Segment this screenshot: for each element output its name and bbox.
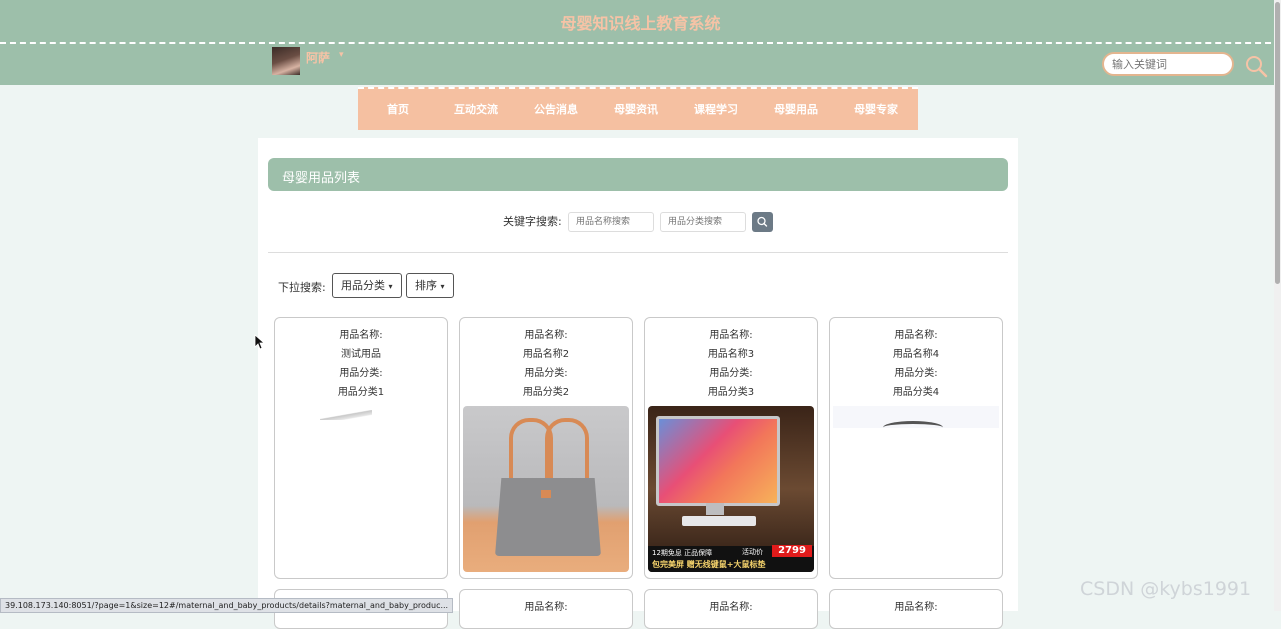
product-category: 用品分类4	[892, 387, 940, 398]
search-icon[interactable]	[1244, 54, 1268, 78]
nav-announcements[interactable]: 公告消息	[516, 101, 596, 117]
search-icon	[757, 216, 768, 227]
image-fragment	[883, 421, 943, 434]
nav-interaction[interactable]: 互动交流	[436, 101, 516, 117]
global-search-input[interactable]	[1102, 52, 1234, 76]
scrollbar-thumb[interactable]	[1275, 2, 1280, 284]
product-category-label: 用品分类:	[524, 368, 568, 379]
keyword-search-button[interactable]	[752, 212, 773, 232]
sort-dropdown-label: 排序	[415, 279, 437, 292]
keyboard	[682, 516, 756, 526]
product-name: 测试用品	[341, 349, 381, 360]
dropdown-search-label: 下拉搜索:	[278, 281, 326, 294]
product-name-label: 用品名称:	[709, 330, 753, 341]
product-card[interactable]: 用品名称:	[459, 589, 633, 629]
watermark: CSDN @kybs1991	[1080, 578, 1252, 600]
product-image[interactable]	[320, 410, 372, 420]
list-title-bar: 母婴用品列表	[268, 158, 1008, 191]
user-menu-caret-icon[interactable]: ▾	[339, 50, 344, 60]
product-image[interactable]	[463, 406, 629, 572]
site-title: 母婴知识线上教育系统	[560, 14, 721, 33]
nav-news[interactable]: 母婴资讯	[596, 101, 676, 117]
product-card[interactable]: 用品名称: 用品名称2 用品分类: 用品分类2	[459, 317, 633, 579]
sort-dropdown-button[interactable]: 排序 ▾	[406, 273, 454, 298]
promo-price-label: 活动价	[742, 548, 763, 556]
product-card[interactable]: 用品名称:	[644, 589, 818, 629]
promo-price: 2799	[772, 545, 812, 557]
chevron-down-icon: ▾	[440, 282, 445, 291]
user-name[interactable]: 阿萨	[306, 49, 330, 66]
product-category-label: 用品分类:	[709, 368, 753, 379]
category-dropdown-button[interactable]: 用品分类 ▾	[332, 273, 402, 298]
product-name-label: 用品名称:	[524, 330, 568, 341]
promo-text: 12期免息 正品保障	[652, 549, 713, 557]
category-dropdown-label: 用品分类	[341, 279, 385, 292]
product-name: 用品名称2	[522, 349, 570, 360]
bag-tag	[541, 490, 551, 498]
product-name-search-input[interactable]	[568, 212, 654, 232]
product-card[interactable]: 用品名称: 用品名称3 用品分类: 用品分类3 12期免息 正品保障 活动价 2…	[644, 317, 818, 579]
site-header: 母婴知识线上教育系统 阿萨 ▾	[0, 0, 1281, 85]
product-image[interactable]	[833, 406, 999, 428]
product-category-search-input[interactable]	[660, 212, 746, 232]
product-image[interactable]: 12期免息 正品保障 活动价 2799 包完美屏 赠无线键鼠+大鼠标垫	[648, 406, 814, 572]
product-category: 用品分类2	[522, 387, 570, 398]
monitor-screen	[656, 416, 780, 506]
product-name-label: 用品名称:	[339, 330, 383, 341]
product-name: 用品名称3	[707, 349, 755, 360]
product-category-label: 用品分类:	[339, 368, 383, 379]
monitor-stand	[706, 503, 724, 515]
main-nav: 首页 互动交流 公告消息 母婴资讯 课程学习 母婴用品 母婴专家	[358, 87, 918, 130]
nav-courses[interactable]: 课程学习	[676, 101, 756, 117]
product-card[interactable]: 用品名称: 测试用品 用品分类: 用品分类1	[274, 317, 448, 579]
chevron-down-icon: ▾	[388, 282, 393, 291]
keyword-search-label: 关键字搜索:	[503, 215, 562, 228]
product-name: 用品名称4	[892, 349, 940, 360]
mouse-cursor-icon	[254, 334, 266, 350]
header-dashed-divider	[0, 42, 1281, 44]
section-divider	[268, 252, 1008, 253]
product-category-label: 用品分类:	[894, 368, 938, 379]
user-avatar[interactable]	[272, 47, 300, 75]
promo-gift-text: 包完美屏 赠无线键鼠+大鼠标垫	[652, 560, 766, 569]
product-category: 用品分类1	[337, 387, 385, 398]
nav-experts[interactable]: 母婴专家	[836, 101, 916, 117]
nav-products[interactable]: 母婴用品	[756, 101, 836, 117]
product-category: 用品分类3	[707, 387, 755, 398]
product-card[interactable]: 用品名称: 用品名称4 用品分类: 用品分类4	[829, 317, 1003, 579]
nav-home[interactable]: 首页	[358, 101, 438, 117]
product-card[interactable]: 用品名称:	[829, 589, 1003, 629]
product-name-label: 用品名称:	[894, 330, 938, 341]
page-title: 母婴用品列表	[282, 171, 361, 186]
